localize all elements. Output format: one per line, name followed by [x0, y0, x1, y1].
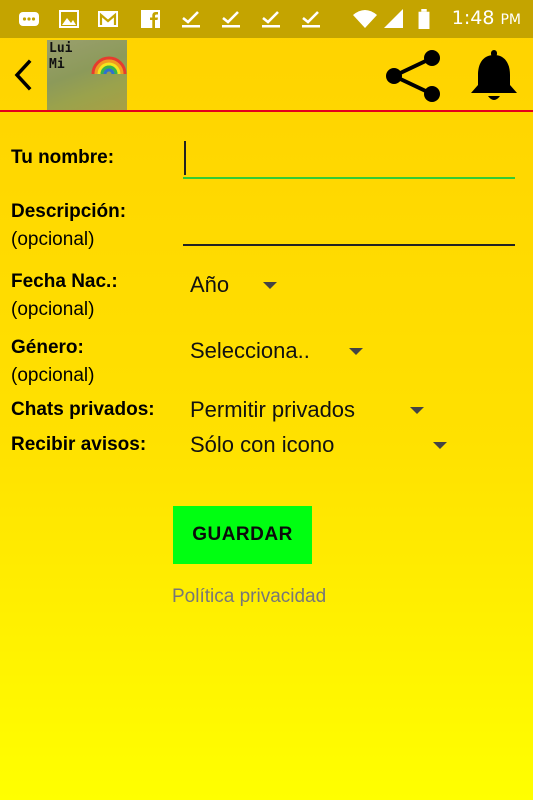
battery-icon — [418, 9, 430, 29]
private-chats-dropdown[interactable]: Permitir privados — [190, 395, 440, 425]
notifications-label: Recibir avisos: — [11, 431, 146, 459]
save-button[interactable]: GUARDAR — [173, 506, 312, 564]
signal-icon — [384, 9, 403, 28]
chevron-down-icon — [433, 442, 447, 449]
birth-year-dropdown[interactable]: Año — [190, 270, 290, 300]
description-input-underline — [183, 244, 515, 246]
name-label-text: Tu nombre: — [11, 147, 115, 168]
private-chats-label-text: Chats privados: — [11, 399, 155, 420]
gender-label: Género: (opcional) — [11, 334, 94, 390]
status-time-value: 1:48 — [451, 7, 495, 29]
toolbar-divider — [0, 110, 533, 112]
chevron-down-icon — [349, 348, 363, 355]
status-time-suffix: PM — [500, 12, 521, 28]
bell-icon[interactable] — [466, 48, 522, 104]
check-icon — [302, 11, 320, 28]
toolbar: Lui Mi — [0, 38, 533, 110]
facebook-icon — [141, 10, 160, 28]
check-icon — [262, 11, 280, 28]
gender-dropdown[interactable]: Selecciona.. — [190, 336, 380, 366]
birthdate-label-text: Fecha Nac.: — [11, 271, 118, 292]
privacy-policy-link[interactable]: Política privacidad — [172, 584, 326, 610]
status-time: 1:48 PM — [452, 7, 521, 29]
avatar[interactable]: Lui Mi — [47, 40, 127, 110]
description-input[interactable] — [183, 206, 515, 246]
avatar-text: Lui Mi — [49, 41, 73, 72]
description-label-text: Descripción: — [11, 201, 127, 222]
description-optional: (opcional) — [11, 229, 95, 250]
status-bar: 1:48 PM — [0, 0, 533, 38]
notifications-value: Sólo con icono — [190, 432, 335, 457]
notifications-dropdown[interactable]: Sólo con icono — [190, 430, 460, 460]
birthdate-label: Fecha Nac.: (opcional) — [11, 268, 118, 324]
birth-year-value: Año — [190, 272, 230, 297]
gender-value: Selecciona.. — [190, 338, 310, 363]
check-icon — [182, 11, 200, 28]
name-input-underline — [183, 177, 515, 179]
birthdate-optional: (opcional) — [11, 299, 95, 320]
chevron-down-icon — [410, 407, 424, 414]
text-caret — [184, 141, 186, 175]
share-icon[interactable] — [382, 48, 444, 104]
chevron-down-icon — [263, 282, 277, 289]
message-icon — [19, 12, 39, 26]
back-arrow-icon[interactable] — [10, 58, 38, 92]
wifi-icon — [353, 10, 377, 28]
gmail-icon — [98, 11, 118, 27]
notifications-label-text: Recibir avisos: — [11, 434, 147, 455]
private-chats-value: Permitir privados — [190, 397, 356, 422]
gender-label-text: Género: — [11, 337, 84, 358]
description-label: Descripción: (opcional) — [11, 198, 126, 254]
name-input[interactable] — [183, 139, 515, 179]
image-icon — [59, 10, 79, 28]
name-label: Tu nombre: — [11, 144, 114, 172]
gender-optional: (opcional) — [11, 365, 95, 386]
private-chats-label: Chats privados: — [11, 396, 155, 424]
rainbow-icon — [91, 56, 127, 75]
check-icon — [222, 11, 240, 28]
